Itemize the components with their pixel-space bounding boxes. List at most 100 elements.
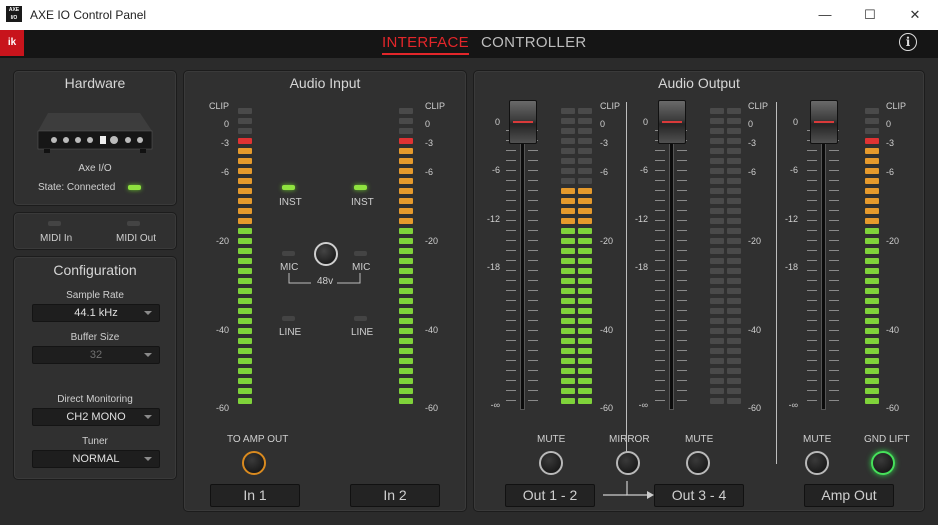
in2-button[interactable]: In 2 xyxy=(350,484,440,507)
out34-left-meter-segment xyxy=(710,118,724,124)
out34-scale-label: -6 xyxy=(748,167,757,177)
in1-meter-segment xyxy=(238,338,252,344)
mirror-button[interactable] xyxy=(616,451,640,475)
out12-left-meter-segment xyxy=(561,338,575,344)
out34-right-meter-segment xyxy=(727,288,741,294)
tab-controller[interactable]: CONTROLLER xyxy=(481,34,587,51)
gnd-lift-button[interactable] xyxy=(871,451,895,475)
out34-right-meter-segment xyxy=(727,198,741,204)
out34-mute-button[interactable] xyxy=(686,451,710,475)
tab-interface[interactable]: INTERFACE xyxy=(382,34,469,55)
out34-tick xyxy=(655,400,665,401)
phantom-power-button[interactable] xyxy=(314,242,338,266)
in1-line-led[interactable] xyxy=(282,316,295,321)
out34-right-meter-segment xyxy=(727,388,741,394)
in1-mic-led[interactable] xyxy=(282,251,295,256)
in2-line-led[interactable] xyxy=(354,316,367,321)
out12-fader-handle[interactable] xyxy=(509,100,537,144)
amp-out-meter-segment xyxy=(865,378,879,384)
out34-tick xyxy=(655,230,665,231)
out12-right-meter-segment xyxy=(578,288,592,294)
out12-left-meter-segment xyxy=(561,258,575,264)
buffer-size-select[interactable]: 32 xyxy=(32,346,160,364)
amp-out-tick xyxy=(807,280,817,281)
info-icon[interactable]: i xyxy=(899,33,917,51)
out12-fader-label: -6 xyxy=(491,165,500,175)
sample-rate-select[interactable]: 44.1 kHz xyxy=(32,304,160,322)
in1-inst-led[interactable] xyxy=(282,185,295,190)
out12-tick xyxy=(506,400,516,401)
out34-tick xyxy=(677,160,687,161)
minimize-icon[interactable]: — xyxy=(802,0,848,30)
out34-tick xyxy=(655,290,665,291)
tuner-select[interactable]: NORMAL xyxy=(32,450,160,468)
out34-button[interactable]: Out 3 - 4 xyxy=(654,484,744,507)
amp-out-tick xyxy=(829,260,839,261)
close-icon[interactable]: ✕ xyxy=(892,0,938,30)
midi-out-led xyxy=(127,221,140,226)
out34-tick xyxy=(655,310,665,311)
out34-tick xyxy=(655,150,665,151)
out12-fader-label: -12 xyxy=(486,214,500,224)
out12-left-meter-segment xyxy=(561,358,575,364)
amp-out-meter-segment xyxy=(865,118,879,124)
out12-tick xyxy=(528,230,538,231)
amp-out-meter-segment xyxy=(865,368,879,374)
out12-tick xyxy=(528,290,538,291)
amp-out-meter-segment xyxy=(865,348,879,354)
amp-out-tick xyxy=(829,270,839,271)
out12-left-meter-segment xyxy=(561,368,575,374)
amp-out-mute-button[interactable] xyxy=(805,451,829,475)
in1-meter-segment xyxy=(238,158,252,164)
out12-scale-label: -40 xyxy=(600,325,614,335)
in1-meter-segment xyxy=(238,318,252,324)
audio-output-title: Audio Output xyxy=(658,75,740,91)
out34-right-meter-segment xyxy=(727,158,741,164)
in2-scale-label: CLIP xyxy=(425,101,446,111)
out12-left-meter-segment xyxy=(561,398,575,404)
out34-left-meter-segment xyxy=(710,188,724,194)
out12-right-meter-segment xyxy=(578,278,592,284)
in2-mic-led[interactable] xyxy=(354,251,367,256)
amp-out-meter-segment xyxy=(865,148,879,154)
in1-meter-segment xyxy=(238,148,252,154)
amp-out-tick xyxy=(829,330,839,331)
out12-left-meter-segment xyxy=(561,348,575,354)
midi-panel: MIDI In MIDI Out xyxy=(13,212,177,250)
in1-button[interactable]: In 1 xyxy=(210,484,300,507)
in1-inst-label: INST xyxy=(279,197,302,208)
out12-scale-label: 0 xyxy=(600,119,606,129)
out34-scale-label: -20 xyxy=(748,236,762,246)
in2-scale-label: -40 xyxy=(425,325,439,335)
in1-meter-segment xyxy=(238,178,252,184)
out12-right-meter-segment xyxy=(578,328,592,334)
amp-out-tick xyxy=(807,300,817,301)
in2-meter-segment xyxy=(399,398,413,404)
out34-tick xyxy=(677,170,687,171)
out12-mute-button[interactable] xyxy=(539,451,563,475)
amp-out-fader-handle[interactable] xyxy=(810,100,838,144)
out34-left-meter-segment xyxy=(710,398,724,404)
maximize-icon[interactable]: ☐ xyxy=(847,0,893,30)
mirror-label: MIRROR xyxy=(609,434,650,445)
out34-right-meter-segment xyxy=(727,268,741,274)
fader-indicator xyxy=(513,121,533,123)
out34-right-meter-segment xyxy=(727,178,741,184)
out34-right-meter-segment xyxy=(727,138,741,144)
amp-out-button[interactable]: Amp Out xyxy=(804,484,894,507)
out12-button[interactable]: Out 1 - 2 xyxy=(505,484,595,507)
out12-tick xyxy=(506,260,516,261)
audio-input-panel: Audio Input xyxy=(183,70,467,512)
to-amp-out-button[interactable] xyxy=(242,451,266,475)
direct-monitoring-select[interactable]: CH2 MONO xyxy=(32,408,160,426)
in2-meter-segment xyxy=(399,228,413,234)
out12-tick xyxy=(528,350,538,351)
out12-right-meter-segment xyxy=(578,218,592,224)
out12-right-meter-segment xyxy=(578,248,592,254)
in2-scale-label: -3 xyxy=(425,138,434,148)
fader-indicator xyxy=(662,121,682,123)
out34-right-meter-segment xyxy=(727,208,741,214)
in2-inst-led[interactable] xyxy=(354,185,367,190)
amp-out-meter-segment xyxy=(865,338,879,344)
out34-fader-handle[interactable] xyxy=(658,100,686,144)
